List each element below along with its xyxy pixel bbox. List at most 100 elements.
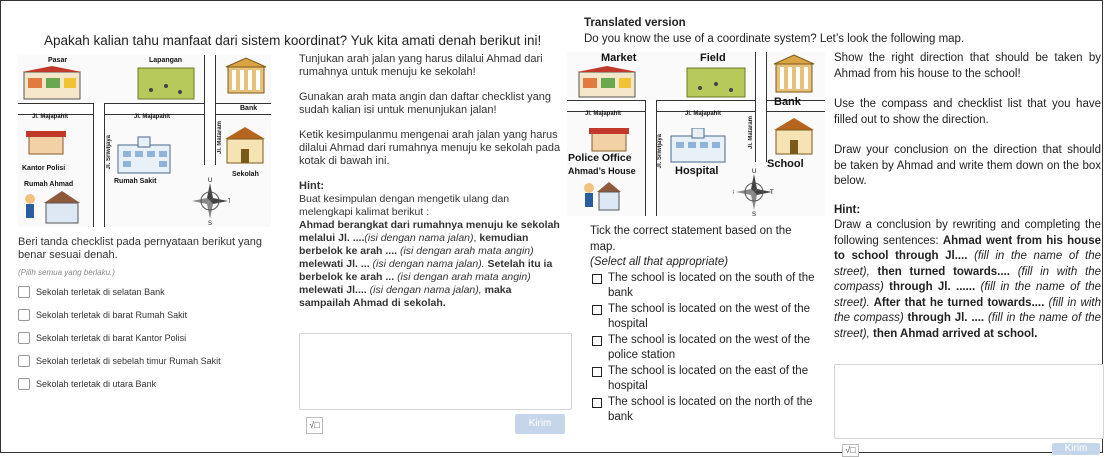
label-ahmads-house: Ahmad’s House <box>568 166 636 176</box>
translated-instr-2: Use the compass and checklist list that … <box>834 97 1101 128</box>
translated-send-button[interactable]: Kirim <box>1052 443 1100 455</box>
translated-answer-textarea[interactable] <box>834 364 1104 439</box>
label-police-office: Police Office <box>568 152 632 164</box>
label-lapangan: Lapangan <box>149 57 182 64</box>
police-illustration <box>26 127 66 155</box>
compass-s: S <box>208 221 212 225</box>
original-hint-s4-i: (isi dengan arah mata angin) <box>397 271 531 283</box>
translated-hint-s5: through Jl. .... <box>904 312 988 324</box>
label-sekolah: Sekolah <box>232 171 259 178</box>
original-option-4[interactable]: Sekolah terletak di sebelah timur Rumah … <box>18 354 278 368</box>
police-illustration <box>589 124 629 152</box>
checkbox[interactable] <box>18 332 30 344</box>
original-option-5[interactable]: Sekolah terletak di utara Bank <box>18 377 278 391</box>
option-label: Sekolah terletak di selatan Bank <box>36 287 165 297</box>
translated-check-note: (Select all that appropriate) <box>590 255 815 271</box>
original-heading: Apakah kalian tahu manfaat dari sistem k… <box>44 33 541 48</box>
checkbox[interactable] <box>592 305 602 315</box>
label-rumah-sakit: Rumah Sakit <box>114 178 156 185</box>
original-map: Pasar Lapangan Bank Jl. Majapahit Jl. Ma… <box>18 55 271 227</box>
compass-n: U <box>752 169 756 175</box>
road-mataram <box>204 55 216 165</box>
option-label: Sekolah terletak di barat Rumah Sakit <box>36 310 187 320</box>
original-hint-body: Buat kesimpulan dengan mengetik ulang da… <box>299 193 561 310</box>
checkbox[interactable] <box>592 274 602 284</box>
label-market: Market <box>601 52 636 64</box>
label-bank: Bank <box>774 96 801 108</box>
original-check-note: (Pilih semua yang berlaku.) <box>18 268 115 277</box>
option-label: The school is located on the west of the… <box>608 302 815 333</box>
checkbox[interactable] <box>18 309 30 321</box>
option-label: The school is located on the east of the… <box>608 364 815 395</box>
translated-hint-s3: through Jl. ...... <box>884 281 981 293</box>
label-jl-mataram: Jl. Mataram <box>748 116 754 149</box>
label-rumah-ahmad: Rumah Ahmad <box>24 181 73 188</box>
option-label: The school is located on the north of th… <box>608 395 815 426</box>
translated-checklist: Tick the correct statement based on the … <box>590 224 815 426</box>
translated-title: Translated version <box>584 17 686 29</box>
label-jl-majapahit-2: Jl. Majapahit <box>685 111 721 117</box>
original-option-3[interactable]: Sekolah terletak di barat Kantor Polisi <box>18 331 278 345</box>
label-jl-majapahit-1: Jl. Majapahit <box>32 114 68 120</box>
original-hint-s3: melewati Jl. ... <box>299 258 370 270</box>
original-hint-s5-i: (isi dengan nama jalan), <box>370 284 482 296</box>
translated-map: Market Field Bank Jl. Majapahit Jl. Maja… <box>567 52 825 216</box>
original-check-prompt: Beri tanda checklist pada pernyataan ber… <box>18 236 280 262</box>
label-jl-sriwijaya: Jl. Sriwijaya <box>106 135 112 169</box>
original-hint-s3-i: (isi dengan nama jalan). <box>373 258 485 270</box>
translated-heading: Do you know the use of a coordinate syst… <box>584 33 964 45</box>
bank-illustration <box>224 57 268 95</box>
option-label: Sekolah terletak di barat Kantor Polisi <box>36 333 186 343</box>
label-jl-sriwijaya: Jl. Sriwijaya <box>657 134 663 168</box>
original-hint-s1-i: (isi dengan nama jalan) <box>364 232 473 244</box>
label-bank: Bank <box>240 105 257 112</box>
market-illustration <box>22 66 82 101</box>
translated-option-5[interactable]: The school is located on the north of th… <box>590 395 815 426</box>
house-illustration <box>581 178 621 214</box>
road-mataram <box>755 52 767 162</box>
option-label: Sekolah terletak di utara Bank <box>36 379 156 389</box>
translated-instructions: Show the right direction that should be … <box>834 51 1101 342</box>
compass-w: B <box>733 190 734 196</box>
translated-hint-s2: then turned towards.... <box>870 266 1018 278</box>
label-jl-majapahit-1: Jl. Majapahit <box>585 111 621 117</box>
original-instr-3: Ketik kesimpulanmu mengenai arah jalan y… <box>299 129 561 168</box>
checkbox[interactable] <box>592 398 602 408</box>
translated-instr-1: Show the right direction that should be … <box>834 51 1101 82</box>
original-instr-1: Tunjukan arah jalan yang harus dilalui A… <box>299 53 561 79</box>
original-math-button[interactable]: √□ <box>306 417 323 434</box>
original-hint-title: Hint: <box>299 180 561 193</box>
original-instructions: Tunjukan arah jalan yang harus dilalui A… <box>299 53 561 310</box>
option-label: Sekolah terletak di sebelah timur Rumah … <box>36 356 221 366</box>
translated-hint-title: Hint: <box>834 203 1101 219</box>
translated-option-4[interactable]: The school is located on the east of the… <box>590 364 815 395</box>
compass-s: S <box>752 212 756 216</box>
field-illustration <box>136 66 196 101</box>
translated-option-3[interactable]: The school is located on the west of the… <box>590 333 815 364</box>
option-label: The school is located on the south of th… <box>608 271 815 302</box>
translated-option-1[interactable]: The school is located on the south of th… <box>590 271 815 302</box>
compass-e: T <box>770 190 774 196</box>
school-illustration <box>223 125 267 165</box>
house-illustration <box>22 189 82 225</box>
original-hint-intro: Buat kesimpulan dengan mengetik ulang da… <box>299 193 509 218</box>
checkbox[interactable] <box>592 336 602 346</box>
compass-e: T <box>228 199 230 205</box>
original-option-1[interactable]: Sekolah terletak di selatan Bank <box>18 285 278 299</box>
bank-illustration <box>772 54 816 94</box>
road-sriwijaya <box>645 100 657 216</box>
label-jl-majapahit-2: Jl. Majapahit <box>134 114 170 120</box>
translated-option-2[interactable]: The school is located on the west of the… <box>590 302 815 333</box>
original-send-button[interactable]: Kirim <box>515 414 565 434</box>
original-instr-2: Gunakan arah mata angin dan daftar check… <box>299 91 561 117</box>
checkbox[interactable] <box>592 367 602 377</box>
translated-math-button[interactable]: √□ <box>842 444 859 457</box>
original-option-2[interactable]: Sekolah terletak di barat Rumah Sakit <box>18 308 278 322</box>
checkbox[interactable] <box>18 286 30 298</box>
translated-hint-body: Draw a conclusion by rewriting and compl… <box>834 218 1101 342</box>
compass-icon: U S B T <box>733 168 775 216</box>
checkbox[interactable] <box>18 378 30 390</box>
field-illustration <box>685 66 747 99</box>
checkbox[interactable] <box>18 355 30 367</box>
original-answer-textarea[interactable] <box>299 333 572 410</box>
